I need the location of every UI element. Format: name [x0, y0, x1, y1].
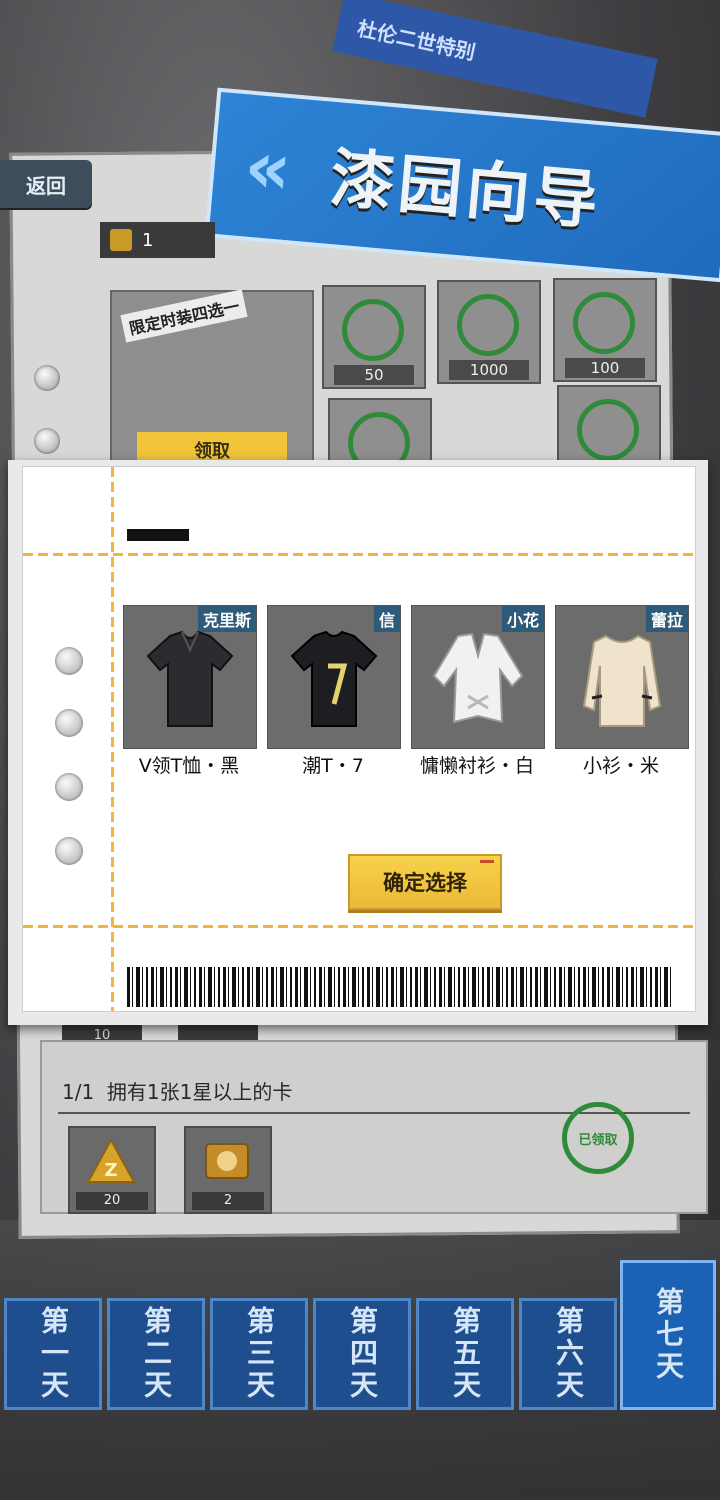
- binder-hole: [34, 428, 60, 454]
- dashed-margin-line: [111, 467, 114, 1011]
- tab-day-1[interactable]: 第一天: [4, 1298, 102, 1410]
- ticket-icon: [205, 1143, 249, 1179]
- reward-value: 1000: [449, 360, 529, 380]
- cream-blouse-icon: [582, 634, 662, 727]
- task-progress: 1/1: [62, 1080, 95, 1104]
- tab-label: 第二天: [140, 1306, 173, 1402]
- task-text: 拥有1张1星以上的卡: [106, 1080, 293, 1104]
- title-tag-text: 杜伦二世特别: [355, 15, 478, 65]
- claimed-stamp: 已领取: [562, 1102, 634, 1174]
- tab-label: 第七天: [652, 1287, 685, 1383]
- outfit-option[interactable]: 信: [267, 605, 401, 749]
- ticket-counter: 1: [100, 222, 215, 258]
- reward-tile[interactable]: [557, 385, 661, 469]
- claimed-stamp-icon: [573, 292, 635, 354]
- white-shirt-icon: [432, 632, 524, 724]
- dashed-line: [23, 925, 695, 928]
- claimed-stamp-icon: [457, 294, 519, 356]
- outfit-option[interactable]: 蕾拉: [555, 605, 689, 749]
- reward-value: 100: [565, 358, 645, 378]
- tab-label: 第四天: [346, 1306, 379, 1402]
- ticket-count-value: 1: [142, 229, 154, 251]
- tab-day-7[interactable]: 第七天: [620, 1260, 716, 1410]
- double-chevron-left-icon: «: [241, 123, 275, 210]
- dialog-paper: 克里斯 V领T恤・黑 信 潮T・7 小花 慵懒衬衫・白 蕾拉 小衫・米 确定选择: [22, 466, 696, 1012]
- tab-label: 第六天: [552, 1306, 585, 1402]
- svg-text:Z: Z: [104, 1160, 117, 1181]
- back-button[interactable]: 返回: [0, 160, 92, 208]
- reward-tile[interactable]: 1000: [437, 280, 541, 384]
- confirm-selection-button[interactable]: 确定选择: [348, 854, 502, 910]
- outfit-name: 慵懒衬衫・白: [419, 755, 534, 777]
- outfit-option[interactable]: 小花: [411, 605, 545, 749]
- claimed-stamp-icon: [577, 399, 639, 461]
- binder-hole: [55, 709, 83, 737]
- binder-hole: [55, 837, 83, 865]
- limited-outfit-card[interactable]: 限定时装四选一 领取: [110, 289, 314, 474]
- reward-value: 2: [192, 1192, 264, 1210]
- outfit-select-dialog: 克里斯 V领T恤・黑 信 潮T・7 小花 慵懒衬衫・白 蕾拉 小衫・米 确定选择: [8, 460, 708, 1025]
- task-reward-item[interactable]: Z 20: [68, 1126, 156, 1214]
- redacted-bar: [127, 529, 189, 541]
- binder-hole: [55, 773, 83, 801]
- graphic-tee-icon: [290, 630, 378, 727]
- outfit-name: 潮T・7: [302, 755, 364, 777]
- claimed-stamp-icon: [342, 299, 404, 361]
- barcode: [127, 967, 672, 1007]
- task-row: 1/1 拥有1张1星以上的卡 Z 20 2 已领取: [40, 1040, 708, 1214]
- tab-day-6[interactable]: 第六天: [519, 1298, 617, 1410]
- task-reward-item[interactable]: 2: [184, 1126, 272, 1214]
- tab-label: 第五天: [449, 1306, 482, 1402]
- task-description: 1/1 拥有1张1星以上的卡: [62, 1076, 292, 1105]
- ticket-icon: [110, 229, 132, 251]
- page-title: 漆园向导: [327, 141, 605, 240]
- reward-tile[interactable]: 100: [553, 278, 657, 382]
- outfit-option[interactable]: 克里斯: [123, 605, 257, 749]
- binder-hole: [55, 647, 83, 675]
- tshirt-icon: [146, 630, 234, 727]
- outfit-name: V领T恤・黑: [138, 755, 240, 777]
- tab-label: 第一天: [37, 1306, 70, 1402]
- tab-day-2[interactable]: 第二天: [107, 1298, 205, 1410]
- outfit-name: 小衫・米: [582, 755, 659, 777]
- tab-day-4[interactable]: 第四天: [313, 1298, 411, 1410]
- limited-label: 限定时装四选一: [120, 289, 248, 343]
- tab-day-3[interactable]: 第三天: [210, 1298, 308, 1410]
- tab-label: 第三天: [243, 1306, 276, 1402]
- binder-hole: [34, 365, 60, 391]
- triangle-coin-icon: Z: [86, 1138, 136, 1183]
- reward-tile[interactable]: 50: [322, 285, 426, 389]
- reward-value: 50: [334, 365, 414, 385]
- day-tab-bar: 第一天 第二天 第三天 第四天 第五天 第六天 第七天: [0, 1260, 720, 1420]
- tab-day-5[interactable]: 第五天: [416, 1298, 514, 1410]
- dashed-line: [23, 553, 695, 556]
- reward-value: 20: [76, 1192, 148, 1210]
